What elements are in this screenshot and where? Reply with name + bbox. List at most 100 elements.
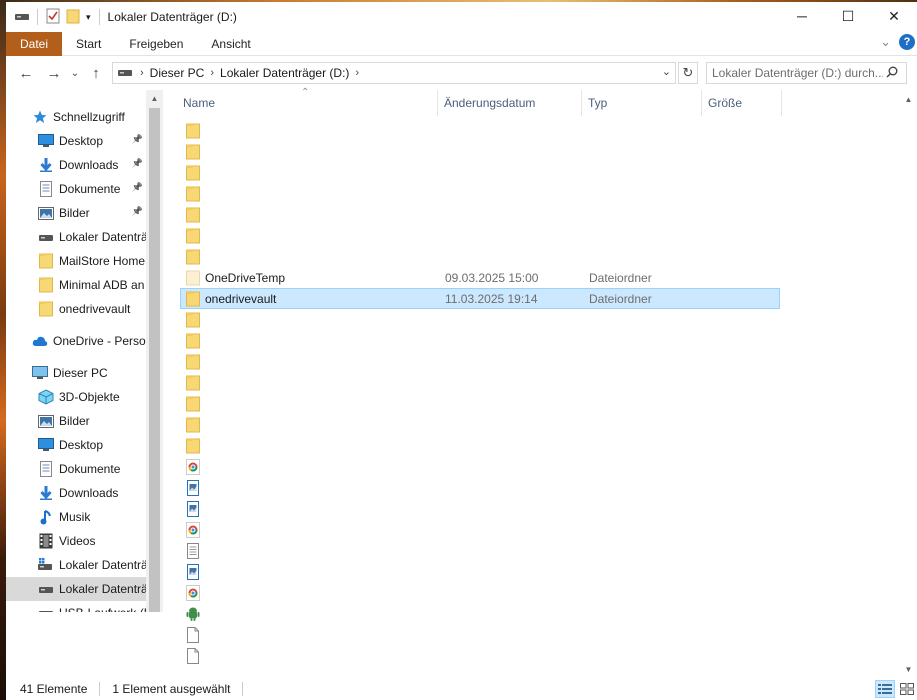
large-icons-view-icon[interactable] — [897, 680, 917, 698]
sidebar-item-usb-laufwerk-e[interactable]: USB-Laufwerk (E — [6, 601, 146, 612]
sidebar-item-label: Lokaler Datenträ — [59, 558, 146, 572]
search-box[interactable] — [706, 62, 907, 84]
scroll-up-icon[interactable]: ▲ — [900, 92, 917, 106]
sidebar-item-bilder[interactable]: Bilder 📌 — [6, 201, 146, 225]
file-row[interactable] — [180, 225, 780, 246]
sidebar-item-downloads[interactable]: Downloads 📌 — [6, 153, 146, 177]
sidebar-item-bilder[interactable]: Bilder — [6, 409, 146, 433]
recent-locations-icon[interactable]: ⌄ — [68, 68, 82, 79]
column-size[interactable]: Größe — [702, 90, 782, 116]
drive-icon — [38, 229, 54, 245]
pin-icon[interactable]: 📌 — [132, 206, 143, 217]
chevron-right-icon[interactable]: › — [353, 67, 361, 79]
file-row[interactable] — [180, 456, 780, 477]
maximize-button[interactable]: ☐ — [825, 2, 871, 30]
sidebar-item-musik[interactable]: Musik — [6, 505, 146, 529]
minimize-button[interactable]: ─ — [779, 2, 825, 30]
breadcrumb-drive-d[interactable]: Lokaler Datenträger (D:) — [216, 66, 353, 80]
file-row[interactable] — [180, 183, 780, 204]
pin-icon[interactable]: 📌 — [132, 182, 143, 193]
file-row[interactable] — [180, 393, 780, 414]
file-row[interactable] — [180, 162, 780, 183]
sidebar-item-desktop[interactable]: Desktop 📌 — [6, 129, 146, 153]
pin-icon[interactable]: 📌 — [132, 134, 143, 145]
sidebar-item-dokumente[interactable]: Dokumente 📌 — [6, 177, 146, 201]
sidebar-item-lokaler-datentra[interactable]: Lokaler Datenträ — [6, 577, 146, 601]
scrollbar-thumb[interactable] — [149, 108, 160, 612]
help-icon[interactable]: ? — [899, 34, 915, 50]
sidebar-item-dieser-pc[interactable]: Dieser PC — [6, 361, 146, 385]
usb-icon — [38, 605, 54, 612]
file-row[interactable]: onedrivevault 11.03.2025 19:14 Dateiordner — [180, 288, 780, 309]
search-icon[interactable] — [883, 66, 901, 81]
file-row[interactable] — [180, 351, 780, 372]
sidebar-item-desktop[interactable]: Desktop — [6, 433, 146, 457]
file-list-scrollbar[interactable]: ▲ ▼ — [900, 90, 917, 678]
sidebar-item-minimal-adb-an[interactable]: Minimal ADB an — [6, 273, 146, 297]
sidebar-item-mailstore-home[interactable]: MailStore Home — [6, 249, 146, 273]
column-type[interactable]: Typ — [582, 90, 702, 116]
title-bar[interactable]: ▾ Lokaler Datenträger (D:) ─ ☐ ✕ — [6, 2, 917, 32]
sidebar-item-onedrive[interactable]: OneDrive - Persor — [6, 329, 146, 353]
file-row[interactable] — [180, 246, 780, 267]
file-row[interactable] — [180, 309, 780, 330]
drive-icon[interactable] — [15, 10, 29, 24]
file-row[interactable]: OneDriveTemp 09.03.2025 15:00 Dateiordner — [180, 267, 780, 288]
scroll-down-icon[interactable]: ▼ — [900, 662, 917, 676]
back-button[interactable]: ← — [12, 65, 40, 82]
column-name[interactable]: Name — [177, 90, 438, 116]
close-button[interactable]: ✕ — [871, 2, 917, 30]
sidebar-item-onedrivevault[interactable]: onedrivevault — [6, 297, 146, 321]
tab-freigeben[interactable]: Freigeben — [115, 32, 197, 56]
file-row[interactable] — [180, 414, 780, 435]
sidebar-item-3d-objekte[interactable]: 3D-Objekte — [6, 385, 146, 409]
column-modified[interactable]: Änderungsdatum — [438, 90, 582, 116]
file-row[interactable] — [180, 624, 780, 645]
details-view-icon[interactable] — [875, 680, 895, 698]
file-row[interactable] — [180, 330, 780, 351]
file-row[interactable] — [180, 603, 780, 624]
tab-start[interactable]: Start — [62, 32, 115, 56]
navigation-pane: Schnellzugriff Desktop 📌 Downloads 📌 Dokumen… — [6, 90, 146, 612]
sidebar-item-schnellzugriff[interactable]: Schnellzugriff — [6, 105, 146, 129]
breadcrumb-dieser-pc[interactable]: Dieser PC — [146, 66, 209, 80]
file-row[interactable] — [180, 204, 780, 225]
chevron-down-icon[interactable]: ⌄ — [662, 65, 671, 78]
pin-icon[interactable]: 📌 — [132, 158, 143, 169]
file-row[interactable] — [180, 582, 780, 603]
sidebar-item-videos[interactable]: Videos — [6, 529, 146, 553]
file-row[interactable] — [180, 372, 780, 393]
search-input[interactable] — [707, 66, 883, 80]
file-row[interactable] — [180, 561, 780, 582]
address-bar[interactable]: › Dieser PC › Lokaler Datenträger (D:) ›… — [112, 62, 676, 84]
scroll-up-icon[interactable]: ▲ — [146, 90, 163, 107]
new-folder-icon[interactable] — [66, 8, 80, 27]
sidebar-item-downloads[interactable]: Downloads — [6, 481, 146, 505]
sidebar-item-label: Desktop — [59, 438, 104, 452]
sidebar-item-label: Videos — [59, 534, 96, 548]
file-row[interactable] — [180, 498, 780, 519]
tab-ansicht[interactable]: Ansicht — [197, 32, 264, 56]
file-row[interactable] — [180, 435, 780, 456]
up-button[interactable]: ↑ — [82, 65, 110, 82]
forward-button[interactable]: → — [40, 65, 68, 82]
file-row[interactable] — [180, 519, 780, 540]
desktop-icon — [38, 437, 54, 453]
chevron-right-icon[interactable]: › — [138, 67, 146, 79]
sidebar-item-lokaler-datentra[interactable]: Lokaler Datenträ — [6, 225, 146, 249]
refresh-button[interactable]: ↻ — [678, 62, 698, 84]
file-row[interactable] — [180, 120, 780, 141]
properties-icon[interactable] — [46, 8, 60, 27]
file-row[interactable] — [180, 540, 780, 561]
sidebar-item-dokumente[interactable]: Dokumente — [6, 457, 146, 481]
tab-datei[interactable]: Datei — [6, 31, 63, 56]
navigation-scrollbar[interactable]: ▲ — [146, 90, 163, 612]
folder-icon — [185, 144, 201, 160]
file-row[interactable] — [180, 477, 780, 498]
file-row[interactable] — [180, 141, 780, 162]
expand-ribbon-icon[interactable]: ⌄ — [880, 34, 891, 50]
customize-toolbar-icon[interactable]: ▾ — [86, 12, 91, 23]
chevron-right-icon[interactable]: › — [208, 67, 216, 79]
sidebar-item-lokaler-datentra[interactable]: Lokaler Datenträ — [6, 553, 146, 577]
file-row[interactable] — [180, 645, 780, 666]
